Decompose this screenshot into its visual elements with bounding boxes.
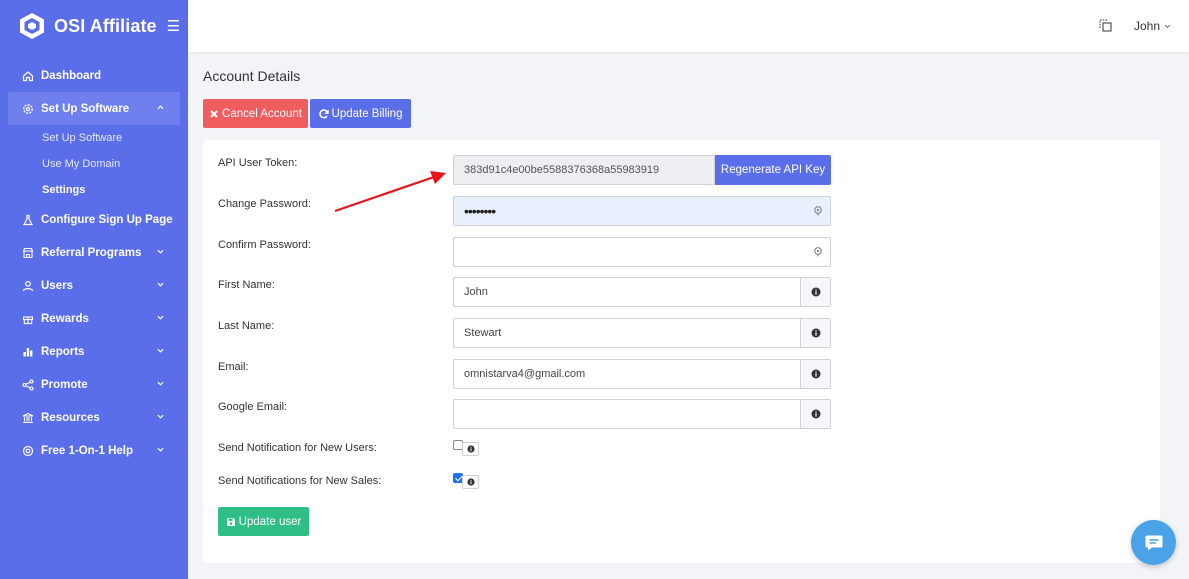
sidebar-item-resources[interactable]: Resources <box>0 401 188 434</box>
share-icon <box>21 378 34 391</box>
key-icon[interactable] <box>813 206 823 216</box>
password-mask: •••••••• <box>464 203 496 219</box>
info-icon[interactable] <box>462 475 479 489</box>
chevron-down-icon <box>157 315 164 320</box>
sidebar-item-label: Set Up Software <box>41 102 130 115</box>
info-icon[interactable] <box>800 400 830 428</box>
user-icon <box>21 279 34 292</box>
email-value: omnistarva4@gmail.com <box>464 368 586 380</box>
sidebar-item-label: Reports <box>41 345 85 358</box>
first-name-value: John <box>464 286 488 298</box>
sidebar-item-promote[interactable]: Promote <box>0 368 188 401</box>
chevron-down-icon <box>157 282 164 287</box>
subnav-use-my-domain[interactable]: Use My Domain <box>0 151 188 177</box>
last-name-value: Stewart <box>464 327 502 339</box>
first-name-label: First Name: <box>218 279 275 291</box>
sidebar-item-label: Users <box>41 279 73 292</box>
flask-icon <box>21 213 34 226</box>
bar-chart-icon <box>21 345 34 358</box>
bank-icon <box>21 411 34 424</box>
confirm-password-label: Confirm Password: <box>218 239 311 251</box>
sidebar-item-dashboard[interactable]: Dashboard <box>0 59 188 92</box>
info-icon[interactable] <box>800 360 830 388</box>
subnav-settings[interactable]: Settings <box>0 177 188 203</box>
close-icon <box>210 109 218 118</box>
update-billing-label: Update Billing <box>331 107 403 120</box>
email-field[interactable]: omnistarva4@gmail.com <box>453 359 831 389</box>
api-token-value: 383d91c4e00be5588376368a55983919 <box>464 164 660 176</box>
regenerate-api-key-button[interactable]: Regenerate API Key <box>715 155 831 185</box>
sidebar-item-set-up-software[interactable]: Set Up Software <box>8 92 180 125</box>
info-icon[interactable] <box>800 278 830 306</box>
key-icon[interactable] <box>813 247 823 257</box>
notify-sales-label: Send Notifications for New Sales: <box>218 475 382 487</box>
hamburger-menu-icon[interactable]: ☰ <box>167 17 180 35</box>
home-icon <box>21 69 34 82</box>
brand: OSI Affiliate ☰ <box>0 0 188 52</box>
chevron-up-icon <box>157 105 164 110</box>
info-icon[interactable] <box>800 319 830 347</box>
chat-widget-button[interactable] <box>1131 520 1176 565</box>
chevron-down-icon <box>157 447 164 452</box>
email-label: Email: <box>218 361 249 373</box>
sidebar-nav: Dashboard Set Up Software Set Up Softwar… <box>0 59 188 467</box>
user-menu[interactable]: John <box>1134 19 1171 33</box>
store-icon <box>21 246 34 259</box>
sidebar-item-users[interactable]: Users <box>0 269 188 302</box>
chevron-down-icon <box>157 249 164 254</box>
confirm-password-field[interactable] <box>453 237 831 267</box>
sidebar-item-reports[interactable]: Reports <box>0 335 188 368</box>
brand-name: OSI Affiliate <box>54 15 157 36</box>
chevron-down-icon <box>157 381 164 386</box>
sidebar-item-label: Promote <box>41 378 88 391</box>
user-name: John <box>1134 19 1161 33</box>
sidebar-item-label: Resources <box>41 411 100 424</box>
cancel-account-button[interactable]: Cancel Account <box>203 99 308 128</box>
sidebar-item-label: Rewards <box>41 312 89 325</box>
notify-users-label: Send Notification for New Users: <box>218 442 377 454</box>
first-name-field[interactable]: John <box>453 277 831 307</box>
gear-icon <box>21 102 34 115</box>
change-password-field[interactable]: •••••••• <box>453 196 831 226</box>
sidebar-item-label: Referral Programs <box>41 246 142 259</box>
gift-icon <box>21 312 34 325</box>
google-email-field[interactable] <box>453 399 831 429</box>
update-billing-button[interactable]: Update Billing <box>310 99 411 128</box>
logo-icon <box>20 13 44 39</box>
sidebar-item-label: Dashboard <box>41 69 102 82</box>
info-icon[interactable] <box>462 442 479 456</box>
subnav-set-up-software[interactable]: Set Up Software <box>0 125 188 151</box>
sidebar-item-free-help[interactable]: Free 1-On-1 Help <box>0 434 188 467</box>
update-user-label: Update user <box>238 515 302 528</box>
fullscreen-icon[interactable] <box>1098 18 1113 33</box>
sidebar-item-referral-programs[interactable]: Referral Programs <box>0 236 188 269</box>
save-icon <box>226 517 235 526</box>
chat-icon <box>1145 535 1162 550</box>
sidebar-item-label: Free 1-On-1 Help <box>41 444 134 457</box>
api-token-label: API User Token: <box>218 157 298 169</box>
cancel-account-label: Cancel Account <box>222 107 302 120</box>
annotation-arrow <box>334 171 446 213</box>
chevron-down-icon <box>1165 24 1171 28</box>
refresh-icon <box>318 108 329 118</box>
chevron-down-icon <box>157 348 164 353</box>
lifebuoy-icon <box>21 444 34 457</box>
update-user-button[interactable]: Update user <box>218 507 309 536</box>
sidebar: OSI Affiliate ☰ Dashboard Set Up Softwar… <box>0 0 188 579</box>
sidebar-item-rewards[interactable]: Rewards <box>0 302 188 335</box>
google-email-label: Google Email: <box>218 401 288 413</box>
topbar: John <box>188 0 1189 52</box>
change-password-label: Change Password: <box>218 198 311 210</box>
page-title: Account Details <box>203 68 301 84</box>
last-name-field[interactable]: Stewart <box>453 318 831 348</box>
sidebar-item-label: Configure Sign Up Page <box>41 213 173 226</box>
sidebar-item-configure-sign-up-page[interactable]: Configure Sign Up Page <box>0 203 188 236</box>
api-token-field[interactable]: 383d91c4e00be5588376368a55983919 <box>453 155 715 185</box>
chevron-down-icon <box>157 414 164 419</box>
last-name-label: Last Name: <box>218 320 275 332</box>
